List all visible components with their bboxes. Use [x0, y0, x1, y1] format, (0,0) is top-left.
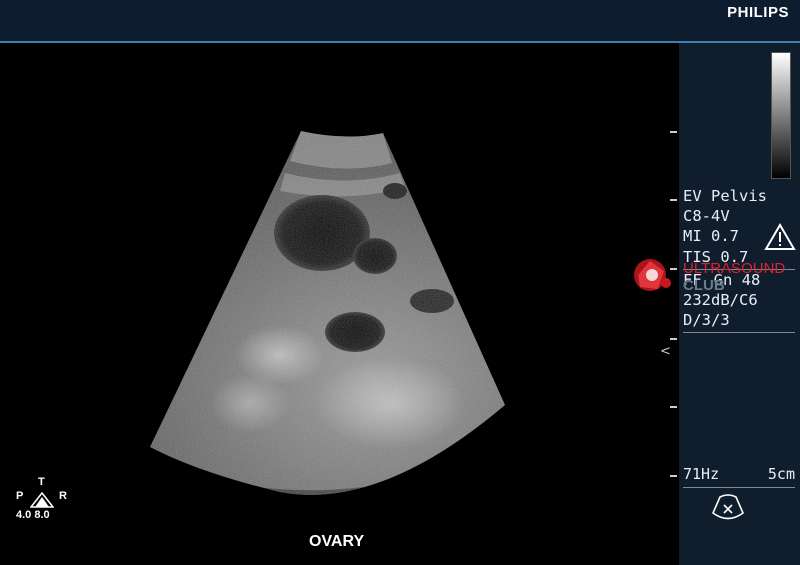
- depth-tick: [670, 475, 677, 477]
- image-label: OVARY: [309, 533, 365, 550]
- top-bar: PHILIPS: [0, 0, 800, 43]
- watermark-text: ULTRASOUND CLUB: [683, 260, 785, 294]
- brand-logo: PHILIPS: [727, 4, 789, 21]
- divider: [683, 332, 795, 334]
- depth-tick: [670, 338, 677, 340]
- orientation-marker: T P R 4.0 8.0: [12, 476, 72, 526]
- orientation-values: 4.0 8.0: [16, 509, 50, 521]
- depth-tick: [670, 406, 677, 408]
- probe-icon: [712, 494, 744, 520]
- ultrasound-sector: [150, 131, 505, 495]
- orientation-triangle-icon: [30, 492, 54, 508]
- preset-name: EV Pelvis: [683, 187, 767, 205]
- ultrasound-club-logo: [634, 259, 671, 291]
- depth-tick: [670, 131, 677, 133]
- watermark-line1: ULTRASOUND: [683, 260, 786, 277]
- watermark-line2: CLUB: [683, 277, 725, 294]
- map-settings: D/3/3: [683, 311, 730, 330]
- grayscale-bar: [771, 52, 791, 179]
- frame-rate: 71Hz: [683, 465, 720, 483]
- orientation-left: P: [16, 490, 24, 502]
- focus-marker-icon[interactable]: <: [660, 344, 671, 359]
- orientation-right: R: [59, 490, 67, 502]
- divider: [683, 487, 795, 488]
- ultrasound-image: [0, 43, 679, 565]
- depth-value: 5cm: [767, 465, 795, 483]
- warning-icon: [764, 223, 796, 250]
- orientation-top: T: [38, 476, 45, 488]
- depth-tick: [670, 199, 677, 201]
